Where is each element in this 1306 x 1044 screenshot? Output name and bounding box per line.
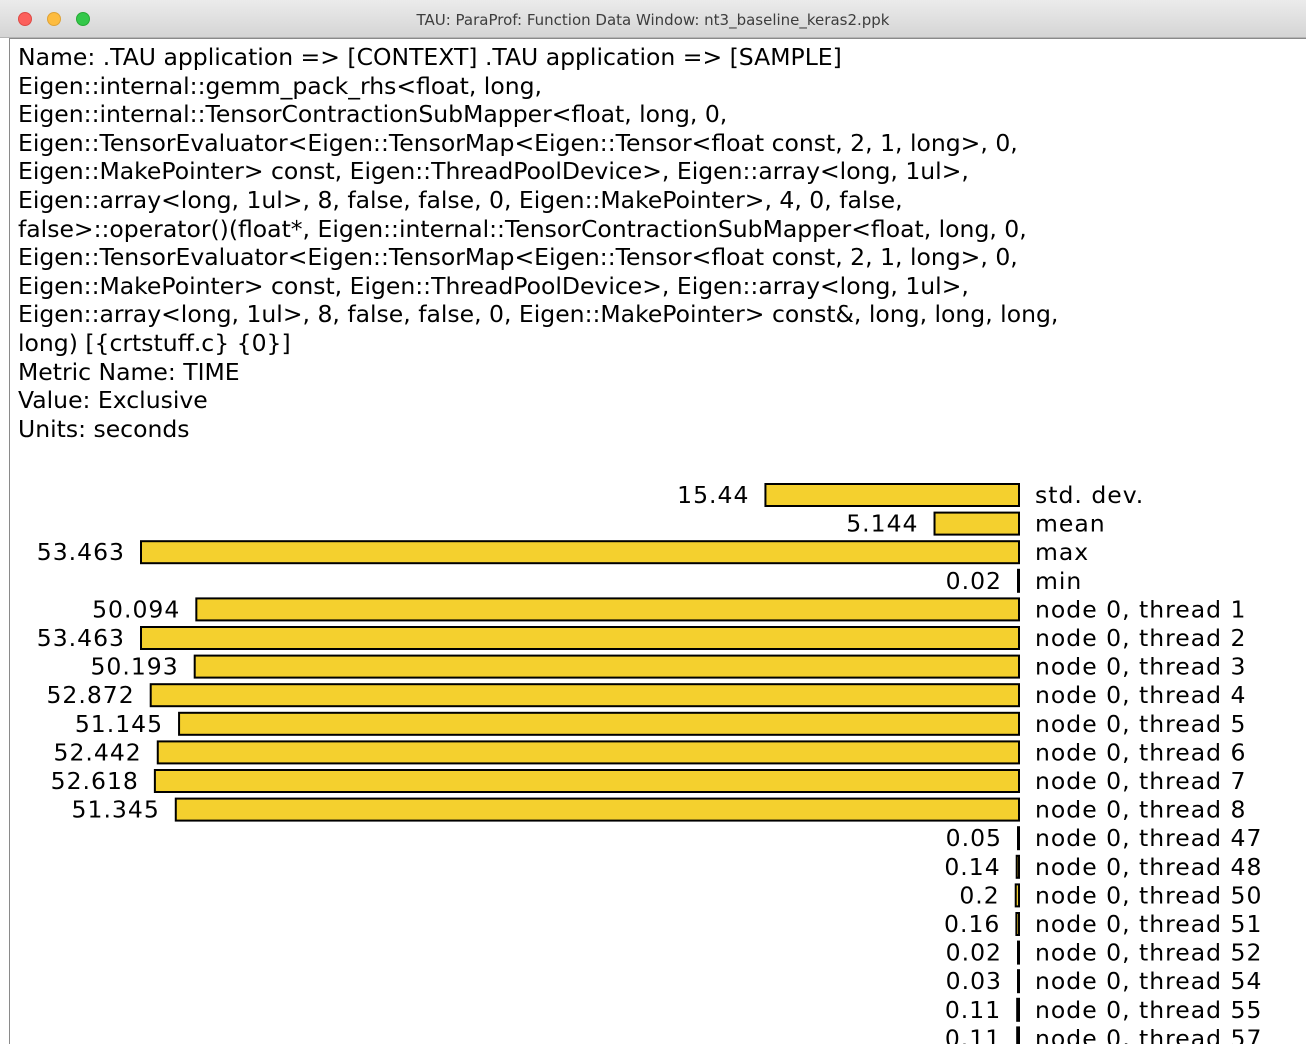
bar-category-label: node 0, thread 54 bbox=[1035, 967, 1262, 995]
bar-category-label: node 0, thread 50 bbox=[1035, 881, 1262, 909]
bar-chart: 15.44 std. dev. 5.144 mean 53.463 max 0.02 min 5… bbox=[37, 481, 1262, 1044]
bar-category-label: mean bbox=[1035, 510, 1106, 538]
bar-value-label: 0.02 bbox=[946, 939, 1002, 967]
bar-value-label: 52.872 bbox=[46, 681, 134, 709]
bar[interactable] bbox=[1016, 1026, 1021, 1044]
bar-category-label: node 0, thread 2 bbox=[1035, 624, 1246, 652]
bar-category-label: node 0, thread 1 bbox=[1035, 595, 1246, 623]
bar-value-label: 0.02 bbox=[946, 567, 1002, 595]
bar[interactable] bbox=[140, 626, 1020, 650]
bar[interactable] bbox=[1017, 826, 1020, 851]
bar[interactable] bbox=[156, 740, 1020, 765]
bar-category-label: node 0, thread 6 bbox=[1035, 738, 1246, 766]
bar-value-label: 51.145 bbox=[75, 710, 163, 738]
bar-value-label: 50.094 bbox=[92, 595, 180, 623]
window-title: TAU: ParaProf: Function Data Window: nt3… bbox=[416, 11, 890, 29]
bar[interactable] bbox=[1015, 854, 1021, 879]
bar-value-label: 0.11 bbox=[945, 996, 1001, 1024]
bar[interactable] bbox=[1017, 568, 1020, 593]
bar-value-label: 52.618 bbox=[51, 767, 139, 795]
bar-category-label: min bbox=[1035, 567, 1082, 595]
bar-category-label: node 0, thread 57 bbox=[1035, 1024, 1262, 1044]
bar-value-label: 50.193 bbox=[90, 653, 178, 681]
bar-category-label: max bbox=[1035, 538, 1089, 566]
bar-value-label: 5.144 bbox=[846, 510, 918, 538]
bar-value-label: 0.03 bbox=[946, 967, 1002, 995]
bar-category-label: node 0, thread 47 bbox=[1035, 824, 1262, 852]
bar[interactable] bbox=[174, 797, 1020, 822]
function-data-panel[interactable]: Name: .TAU application => [CONTEXT] .TAU… bbox=[9, 38, 1306, 1044]
bar[interactable] bbox=[1017, 940, 1020, 965]
bar[interactable] bbox=[933, 511, 1020, 536]
bar-category-label: std. dev. bbox=[1035, 481, 1144, 509]
bar-value-label: 0.2 bbox=[959, 881, 999, 909]
bar-value-label: 0.16 bbox=[944, 910, 1000, 938]
bar-value-label: 53.463 bbox=[37, 538, 125, 566]
bar-value-label: 15.44 bbox=[677, 481, 749, 509]
bar[interactable] bbox=[193, 654, 1021, 679]
bar-category-label: node 0, thread 48 bbox=[1035, 853, 1262, 881]
bar[interactable] bbox=[140, 540, 1020, 565]
bar[interactable] bbox=[195, 597, 1021, 622]
bar-value-label: 0.05 bbox=[946, 824, 1002, 852]
bar-value-label: 0.14 bbox=[944, 853, 1000, 881]
title-bar[interactable]: TAU: ParaProf: Function Data Window: nt3… bbox=[0, 0, 1306, 38]
function-data-window: TAU: ParaProf: Function Data Window: nt3… bbox=[0, 0, 1306, 1044]
bar-value-label: 0.11 bbox=[945, 1024, 1001, 1044]
bar-category-label: node 0, thread 51 bbox=[1035, 910, 1262, 938]
bar[interactable] bbox=[1017, 969, 1020, 994]
bar-category-label: node 0, thread 52 bbox=[1035, 939, 1262, 967]
bar[interactable] bbox=[178, 711, 1021, 736]
bar[interactable] bbox=[149, 683, 1020, 708]
bar[interactable] bbox=[1015, 912, 1020, 936]
bar-category-label: node 0, thread 55 bbox=[1035, 996, 1262, 1024]
bar-value-label: 52.442 bbox=[54, 738, 142, 766]
bar-category-label: node 0, thread 3 bbox=[1035, 653, 1246, 681]
bar-value-label: 51.345 bbox=[72, 796, 160, 824]
bar[interactable] bbox=[1014, 883, 1021, 908]
bar[interactable] bbox=[153, 769, 1020, 793]
bar-category-label: node 0, thread 8 bbox=[1035, 796, 1246, 824]
bar-value-label: 53.463 bbox=[37, 624, 125, 652]
bar-category-label: node 0, thread 4 bbox=[1035, 681, 1246, 709]
bar[interactable] bbox=[1016, 997, 1021, 1022]
bar-category-label: node 0, thread 5 bbox=[1035, 710, 1246, 738]
bar-category-label: node 0, thread 7 bbox=[1035, 767, 1246, 795]
bar[interactable] bbox=[764, 483, 1020, 507]
